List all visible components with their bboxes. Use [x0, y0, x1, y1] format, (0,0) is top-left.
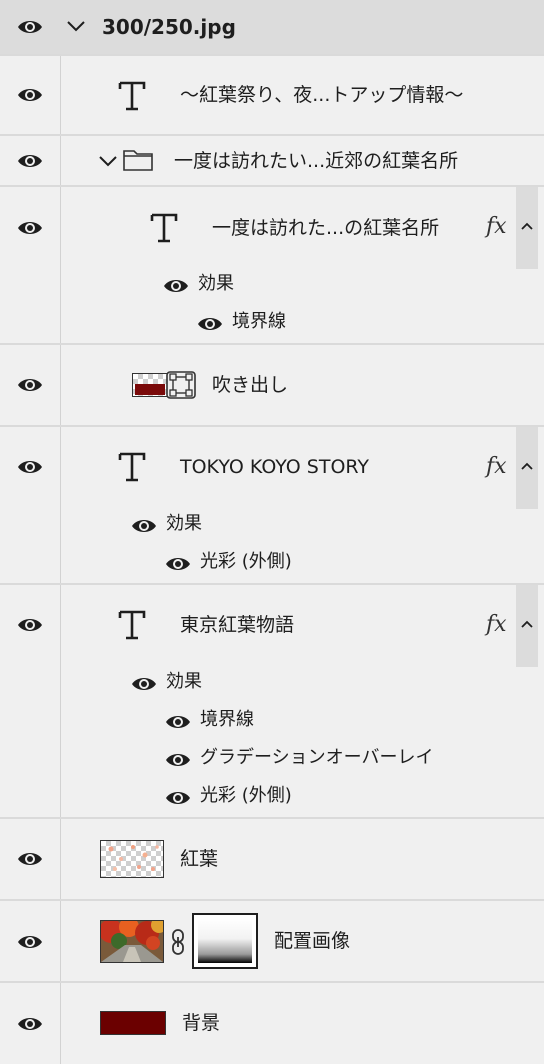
text-layer-icon	[117, 609, 147, 641]
layer-name: 吹き出し	[212, 374, 289, 396]
eye-icon[interactable]	[131, 517, 157, 535]
collapse-effects-button[interactable]	[516, 585, 538, 667]
layer-row-text-event[interactable]: 〜紅葉祭り、夜...トアップ情報〜	[0, 56, 544, 134]
layer-row-placed-image[interactable]: 配置画像	[0, 901, 544, 981]
layer-row-text-story[interactable]: TOKYO KOYO STORY fx 効果 光彩 (外側)	[0, 427, 544, 583]
folder-icon	[123, 149, 153, 175]
layer-thumbnail	[100, 1011, 166, 1035]
layer-name: 東京紅葉物語	[180, 614, 295, 636]
layer-row-bubble[interactable]: 吹き出し	[0, 345, 544, 425]
collapse-effects-button[interactable]	[516, 427, 538, 509]
layer-name: TOKYO KOYO STORY	[180, 456, 370, 478]
chevron-down-icon[interactable]	[98, 153, 118, 172]
eye-icon[interactable]	[165, 713, 191, 731]
layer-row-text-monogatari[interactable]: 東京紅葉物語 fx 効果 境界線 グラデーションオーバーレイ 光彩 (外側)	[0, 585, 544, 817]
eye-icon[interactable]	[17, 850, 43, 868]
fx-badge[interactable]: fx	[486, 454, 507, 479]
effect-item: 境界線	[232, 311, 286, 332]
layer-thumbnail	[132, 373, 168, 397]
eye-icon[interactable]	[17, 18, 43, 36]
effects-label: 効果	[166, 671, 202, 692]
eye-icon[interactable]	[165, 555, 191, 573]
layer-name: 紅葉	[180, 848, 219, 870]
layer-thumbnail	[100, 840, 164, 878]
eye-icon[interactable]	[17, 219, 43, 237]
eye-icon[interactable]	[165, 789, 191, 807]
chevron-down-icon[interactable]	[66, 18, 86, 37]
layer-mask-thumbnail[interactable]	[192, 913, 258, 969]
effects-label: 効果	[198, 273, 234, 294]
eye-icon[interactable]	[17, 933, 43, 951]
layer-row-kouyou[interactable]: 紅葉	[0, 819, 544, 899]
text-layer-icon	[117, 451, 147, 483]
eye-icon[interactable]	[17, 86, 43, 104]
effect-item: グラデーションオーバーレイ	[200, 747, 434, 768]
collapse-effects-button[interactable]	[516, 187, 538, 269]
eye-icon[interactable]	[17, 152, 43, 170]
text-layer-icon	[117, 80, 147, 112]
layer-name: 配置画像	[274, 930, 351, 952]
fx-badge[interactable]: fx	[486, 214, 507, 239]
shape-transform-icon	[166, 371, 196, 403]
layer-thumbnail	[100, 920, 164, 963]
layer-row-text-group-title[interactable]: 一度は訪れた...の紅葉名所 fx 効果 境界線	[0, 187, 544, 343]
layer-row-group[interactable]: 一度は訪れたい...近郊の紅葉名所	[0, 136, 544, 185]
text-layer-icon	[149, 212, 179, 244]
effect-item: 境界線	[200, 709, 254, 730]
eye-icon[interactable]	[17, 616, 43, 634]
effect-item: 光彩 (外側)	[200, 551, 292, 572]
fx-badge[interactable]: fx	[486, 612, 507, 637]
eye-icon[interactable]	[17, 1015, 43, 1033]
layer-name: 一度は訪れた...の紅葉名所	[212, 217, 440, 239]
eye-icon[interactable]	[165, 751, 191, 769]
link-icon[interactable]	[170, 928, 186, 960]
eye-icon[interactable]	[17, 376, 43, 394]
layer-name: 一度は訪れたい...近郊の紅葉名所	[174, 150, 459, 172]
eye-icon[interactable]	[197, 315, 223, 333]
layer-name: 〜紅葉祭り、夜...トアップ情報〜	[180, 84, 464, 106]
eye-icon[interactable]	[163, 277, 189, 295]
layer-name: 背景	[182, 1012, 221, 1034]
layers-header: 300/250.jpg	[0, 0, 544, 54]
layer-row-background[interactable]: 背景	[0, 983, 544, 1064]
document-title: 300/250.jpg	[102, 15, 236, 39]
eye-icon[interactable]	[131, 675, 157, 693]
eye-icon[interactable]	[17, 458, 43, 476]
effect-item: 光彩 (外側)	[200, 785, 292, 806]
effects-label: 効果	[166, 513, 202, 534]
